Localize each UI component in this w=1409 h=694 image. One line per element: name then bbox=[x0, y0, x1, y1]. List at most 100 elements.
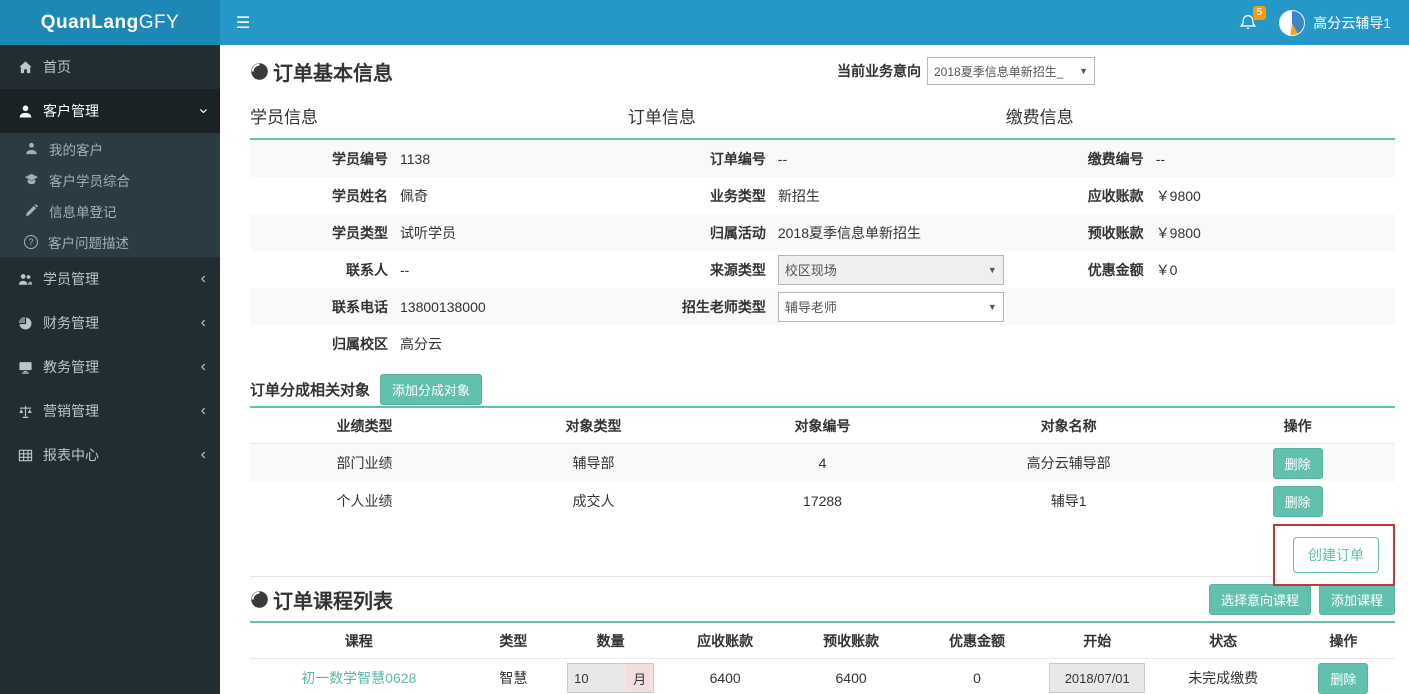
business-intent-select[interactable]: 2018夏季信息单新招生_ ▼ bbox=[927, 57, 1095, 85]
col-actions: 操作 bbox=[1329, 632, 1358, 649]
select-arrow-icon: ▼ bbox=[987, 301, 997, 312]
col-quantity: 数量 bbox=[596, 632, 625, 649]
question-icon: ? bbox=[24, 234, 38, 249]
col-status: 状态 bbox=[1209, 632, 1238, 649]
topbar-right: 5 高分云辅导1 bbox=[1239, 0, 1409, 45]
field-label: 招生老师类型 bbox=[681, 298, 766, 315]
col-course: 课程 bbox=[344, 632, 373, 649]
sidebar-item-customer-issue[interactable]: ? 客户问题描述 bbox=[0, 226, 220, 257]
order-course-list-title: 订单课程列表 bbox=[250, 585, 393, 614]
group-student-info: 学员信息 bbox=[250, 108, 318, 127]
table-icon bbox=[18, 449, 33, 461]
col-prepaid: 预收账款 bbox=[823, 632, 880, 649]
add-share-object-button[interactable]: 添加分成对象 bbox=[380, 373, 483, 405]
student-id-value: 1138 bbox=[400, 150, 431, 167]
quantity-unit-suffix: 月 bbox=[626, 664, 654, 692]
share-table: 业绩类型 对象类型 对象编号 对象名称 操作 部门业绩 辅导部 4 高分云辅导部… bbox=[250, 406, 1395, 520]
delete-share-row-button[interactable]: 删除 bbox=[1272, 485, 1323, 517]
delete-share-row-button[interactable]: 删除 bbox=[1272, 447, 1323, 479]
campus-value: 高分云 bbox=[400, 335, 442, 352]
field-label: 订单编号 bbox=[709, 150, 766, 167]
create-order-button[interactable]: 创建订单 bbox=[1293, 537, 1379, 573]
select-intent-course-button[interactable]: 选择意向课程 bbox=[1208, 583, 1311, 615]
col-object-type: 对象类型 bbox=[565, 417, 622, 434]
home-icon bbox=[19, 60, 32, 73]
start-date-input[interactable] bbox=[1049, 663, 1146, 693]
info-row: 联系电话 13800138000 招生老师类型 辅导老师 ▼ bbox=[250, 288, 1395, 325]
discount-amount-value: ￥0 bbox=[1155, 261, 1178, 278]
course-name-link[interactable]: 初一数学智慧0628 bbox=[250, 668, 468, 688]
quantity-input[interactable] bbox=[568, 664, 627, 692]
topbar: QuanLang GFY ☰ 5 高分云辅导1 bbox=[0, 0, 1409, 45]
chevron-left-icon: ‹ bbox=[200, 402, 206, 419]
group-order-info: 订单信息 bbox=[627, 108, 696, 127]
prepaid-value: ￥9800 bbox=[1155, 224, 1201, 241]
order-basic-info-title: 订单基本信息 bbox=[250, 57, 393, 86]
receivable-value: ￥9800 bbox=[1155, 187, 1201, 204]
campaign-value: 2018夏季信息单新招生 bbox=[777, 224, 921, 241]
logo-text-bold: QuanLang bbox=[40, 11, 139, 33]
course-prepaid: 6400 bbox=[835, 670, 867, 686]
share-table-header: 业绩类型 对象类型 对象编号 对象名称 操作 bbox=[250, 408, 1395, 444]
info-row: 学员类型 试听学员 归属活动 2018夏季信息单新招生 预收账款 ￥9800 bbox=[250, 214, 1395, 251]
recruiter-type-select[interactable]: 辅导老师 ▼ bbox=[777, 291, 1004, 322]
sidebar-item-finance-mgmt[interactable]: 财务管理 ‹ bbox=[0, 301, 220, 345]
info-row: 归属校区 高分云 bbox=[250, 325, 1395, 362]
app-logo: QuanLang GFY bbox=[0, 0, 220, 45]
order-course-section: 订单课程列表 选择意向课程 添加课程 课程 类型 数量 应收账款 预收账款 优惠… bbox=[250, 576, 1395, 694]
field-label: 归属活动 bbox=[709, 224, 766, 241]
annotation-highlight-box: 创建订单 bbox=[1273, 524, 1395, 586]
users-icon bbox=[18, 273, 33, 285]
select-arrow-icon: ▼ bbox=[1079, 66, 1088, 76]
section-circle-icon bbox=[251, 62, 268, 80]
sidebar-item-academic-mgmt[interactable]: 教务管理 ‹ bbox=[0, 345, 220, 389]
field-label: 联系人 bbox=[346, 261, 388, 278]
field-label: 应收账款 bbox=[1087, 187, 1144, 204]
sidebar-item-my-customers[interactable]: 我的客户 bbox=[0, 133, 220, 164]
sidebar-item-student-mgmt[interactable]: 学员管理 ‹ bbox=[0, 257, 220, 301]
course-discount: 0 bbox=[973, 670, 981, 686]
select-arrow-icon: ▼ bbox=[987, 264, 997, 275]
info-row: 联系人 -- 来源类型 校区现场 ▼ 优惠金额 ￥0 bbox=[250, 251, 1395, 288]
chevron-down-icon: ‹ bbox=[194, 108, 212, 114]
col-type: 类型 bbox=[499, 632, 528, 649]
sidebar-item-label: 营销管理 bbox=[43, 403, 99, 419]
edit-icon bbox=[25, 203, 39, 217]
main-content: 订单基本信息 当前业务意向 2018夏季信息单新招生_ ▼ 学员信息 订单信息 … bbox=[220, 45, 1409, 694]
sidebar-item-info-form-registration[interactable]: 信息单登记 bbox=[0, 195, 220, 226]
sidebar-item-home[interactable]: 首页 bbox=[0, 45, 220, 89]
field-label: 学员姓名 bbox=[332, 187, 388, 204]
hamburger-menu-icon[interactable]: ☰ bbox=[220, 0, 266, 45]
course-table: 课程 类型 数量 应收账款 预收账款 优惠金额 开始 状态 操作 初一数学智慧0… bbox=[250, 621, 1395, 694]
course-table-header: 课程 类型 数量 应收账款 预收账款 优惠金额 开始 状态 操作 bbox=[250, 623, 1395, 659]
sidebar-item-customer-mgmt[interactable]: 客户管理 ‹ bbox=[0, 89, 220, 133]
notifications-button[interactable]: 5 bbox=[1239, 5, 1267, 33]
sidebar-item-label: 首页 bbox=[43, 59, 71, 75]
sidebar: 首页 客户管理 ‹ 我的客户 客户学员综合 信息单登记 ? 客户问题描述 学员管… bbox=[0, 45, 220, 694]
sidebar-item-customer-student-overview[interactable]: 客户学员综合 bbox=[0, 164, 220, 195]
payment-id-value: -- bbox=[1155, 150, 1166, 167]
chevron-left-icon: ‹ bbox=[200, 270, 206, 287]
pie-chart-icon bbox=[18, 316, 32, 329]
source-type-select[interactable]: 校区现场 ▼ bbox=[777, 254, 1004, 285]
notification-badge: 5 bbox=[1252, 5, 1267, 20]
user-icon bbox=[26, 142, 37, 155]
add-course-button[interactable]: 添加课程 bbox=[1318, 583, 1395, 615]
delete-course-row-button[interactable]: 删除 bbox=[1318, 662, 1369, 694]
field-label: 联系电话 bbox=[332, 298, 388, 315]
user-menu[interactable]: 高分云辅导1 bbox=[1279, 9, 1391, 36]
group-payment-info: 缴费信息 bbox=[1005, 108, 1074, 127]
sidebar-item-marketing-mgmt[interactable]: 营销管理 ‹ bbox=[0, 389, 220, 433]
chevron-left-icon: ‹ bbox=[200, 314, 206, 331]
course-type: 智慧 bbox=[499, 670, 528, 686]
student-name-value: 佩奇 bbox=[400, 187, 428, 204]
business-intent-label: 当前业务意向 bbox=[837, 63, 921, 79]
logo-text-light: GFY bbox=[138, 11, 180, 33]
sidebar-item-report-center[interactable]: 报表中心 ‹ bbox=[0, 433, 220, 477]
share-section-title: 订单分成相关对象 bbox=[250, 381, 371, 399]
sidebar-item-label: 报表中心 bbox=[43, 447, 99, 463]
section-circle-icon bbox=[251, 590, 268, 608]
user-avatar bbox=[1279, 9, 1306, 36]
col-start: 开始 bbox=[1083, 632, 1112, 649]
field-label: 学员类型 bbox=[332, 224, 388, 241]
